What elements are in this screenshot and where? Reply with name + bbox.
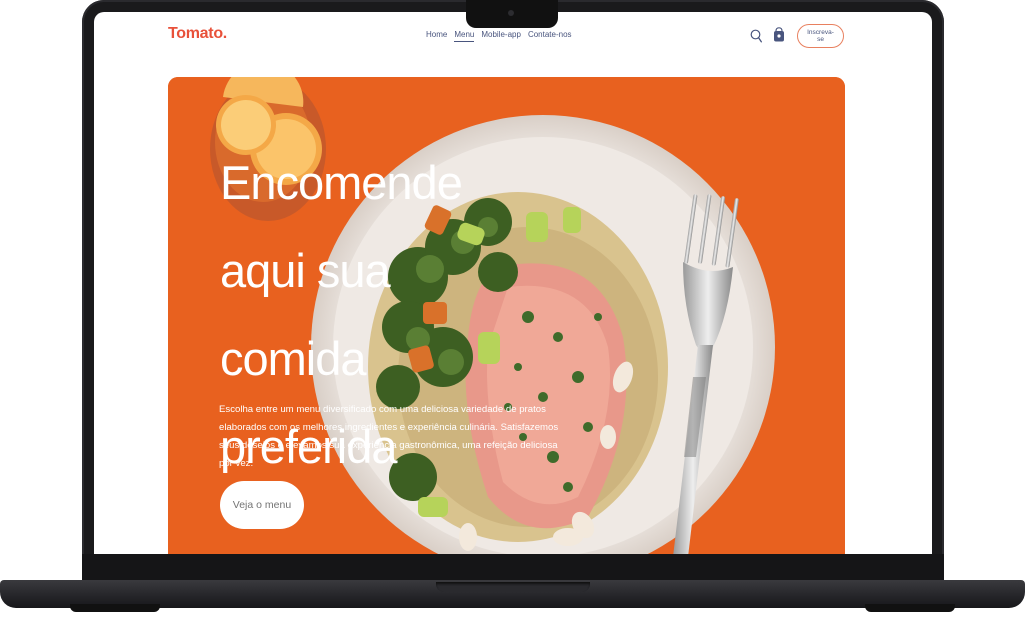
hero-banner: Encomende aqui sua comida preferida Esco… [168, 77, 845, 554]
nav-menu: Home Menu Mobile-app Contate-nos [426, 30, 572, 42]
nav-link-menu[interactable]: Menu [454, 30, 475, 42]
laptop-foot-left [70, 604, 160, 612]
nav-link-contact[interactable]: Contate-nos [528, 30, 572, 42]
view-menu-button[interactable]: Veja o menu [220, 481, 304, 529]
laptop-foot-right [865, 604, 955, 612]
signup-button[interactable]: Inscreva-se [797, 24, 844, 48]
basket-icon[interactable] [773, 27, 785, 42]
logo[interactable]: Tomato. [168, 25, 227, 43]
nav-link-home[interactable]: Home [426, 30, 447, 42]
camera-icon [508, 10, 514, 16]
website-screen: Tomato. Home Menu Mobile-app Contate-nos… [94, 12, 932, 554]
nav-link-mobile-app[interactable]: Mobile-app [481, 30, 521, 42]
laptop-base-groove [436, 582, 590, 592]
hero-description: Escolha entre um menu diversificado com … [219, 404, 559, 469]
search-icon[interactable] [750, 29, 762, 43]
